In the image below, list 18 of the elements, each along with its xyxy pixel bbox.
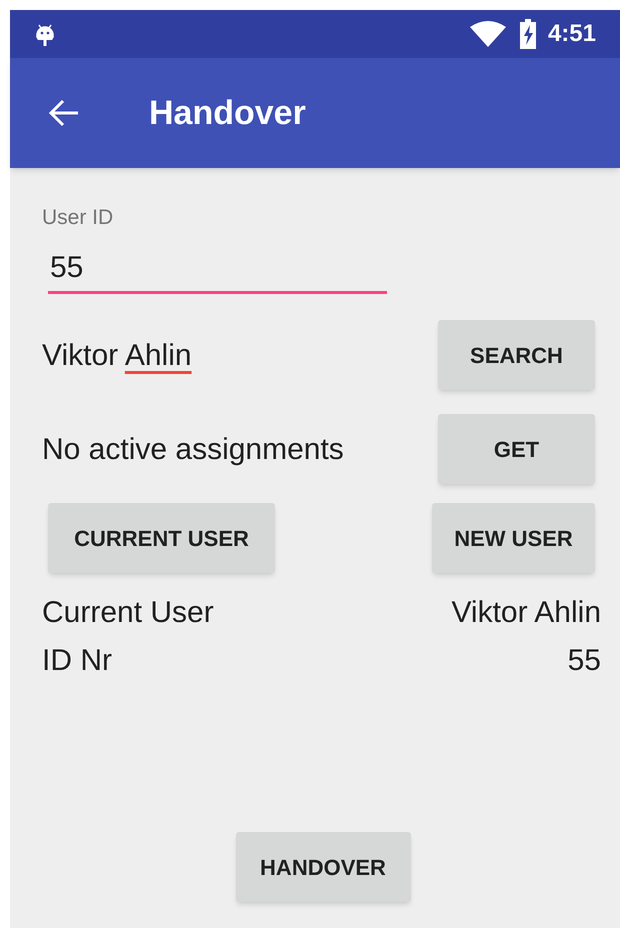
clock: 4:51 bbox=[548, 19, 596, 49]
detail-label: ID Nr bbox=[42, 643, 112, 679]
user-id-field[interactable]: 55 bbox=[48, 248, 387, 294]
assignments-status: No active assignments bbox=[42, 432, 344, 468]
back-arrow-icon[interactable] bbox=[48, 99, 80, 127]
user-name: Viktor Ahlin bbox=[42, 338, 192, 374]
get-button[interactable]: GET bbox=[438, 414, 595, 484]
new-user-button[interactable]: NEW USER bbox=[432, 503, 595, 573]
detail-label: Current User bbox=[42, 595, 214, 631]
screen-title: Handover bbox=[149, 92, 306, 134]
wifi-icon bbox=[470, 21, 506, 47]
battery-icon bbox=[518, 19, 538, 49]
current-user-button[interactable]: CURRENT USER bbox=[48, 503, 275, 573]
detail-value: Viktor Ahlin bbox=[451, 595, 601, 631]
search-button[interactable]: SEARCH bbox=[438, 320, 595, 390]
detail-value: 55 bbox=[568, 643, 601, 679]
handover-button[interactable]: HANDOVER bbox=[236, 832, 410, 902]
field-label: User ID bbox=[42, 205, 114, 231]
